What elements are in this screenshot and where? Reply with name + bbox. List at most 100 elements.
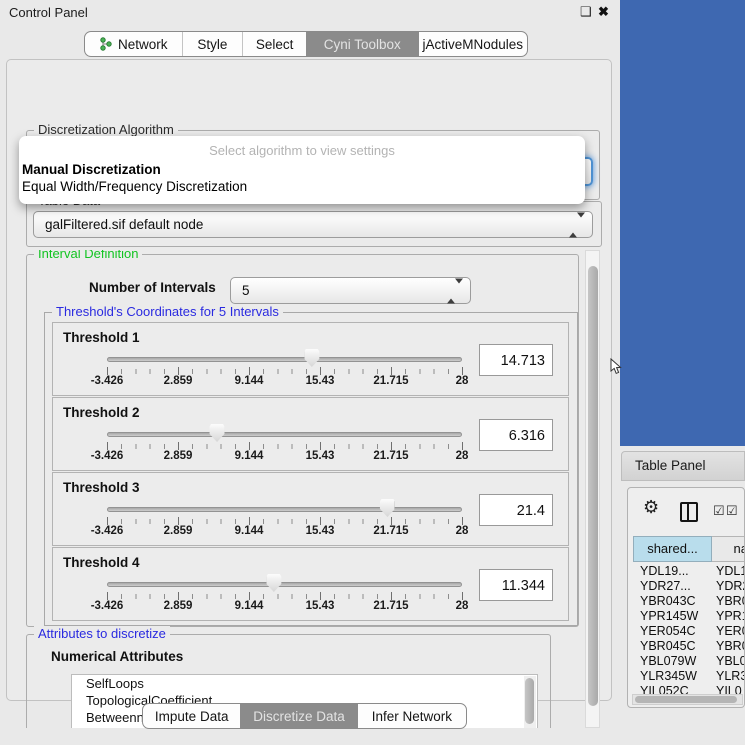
cell: YDR2 xyxy=(716,579,745,593)
cell: YPR145W xyxy=(640,609,698,623)
float-icon[interactable]: ❑ xyxy=(580,4,592,20)
tick-label: 21.715 xyxy=(373,375,408,387)
threshold-1-panel: Threshold 1 -3.426 2.859 9.144 15.43 21.… xyxy=(52,322,569,396)
number-of-intervals-spinner[interactable]: 5 xyxy=(230,277,471,304)
slider-minor-ticks xyxy=(107,444,463,449)
tick-label: -3.426 xyxy=(91,525,124,537)
tab-network-label: Network xyxy=(118,37,168,52)
column-header-name[interactable]: na xyxy=(712,536,745,562)
table-row[interactable]: YDL19... YDL1 xyxy=(633,564,745,579)
checkbox-icon[interactable]: ☑ xyxy=(726,503,738,519)
table-data-combobox[interactable]: galFiltered.sif default node xyxy=(33,211,593,238)
scrollbar-thumb[interactable] xyxy=(525,678,534,724)
numerical-attributes-label: Numerical Attributes xyxy=(51,649,183,664)
close-icon[interactable]: ✖ xyxy=(598,4,609,20)
tick-label: 28 xyxy=(456,450,469,462)
popup-option-manual-discretization[interactable]: Manual Discretization xyxy=(19,161,585,178)
table-row[interactable]: YDR27... YDR2 xyxy=(633,579,745,594)
table-panel-body: ⚙ ☑ ☑ shared... na YDL19... YDL1 YDR27..… xyxy=(627,487,745,708)
tick-label: 21.715 xyxy=(373,525,408,537)
slider-minor-ticks xyxy=(107,519,463,524)
slider-track[interactable] xyxy=(107,507,462,512)
cell: YLR345W xyxy=(640,669,697,683)
cell: YLR3 xyxy=(716,669,745,683)
tick-label: 9.144 xyxy=(235,450,264,462)
slider-minor-ticks xyxy=(107,594,463,599)
threshold-1-value-field[interactable]: 14.713 xyxy=(479,344,553,376)
list-scrollbar[interactable] xyxy=(524,676,536,728)
tick-label: -3.426 xyxy=(91,375,124,387)
tick-label: 15.43 xyxy=(306,450,335,462)
scrollbar-thumb[interactable] xyxy=(588,266,598,706)
interval-definition-group-title: Interval Definition xyxy=(34,250,142,261)
tick-label: 2.859 xyxy=(164,600,193,612)
tab-infer-network[interactable]: Infer Network xyxy=(357,704,466,728)
threshold-3-value-field[interactable]: 21.4 xyxy=(479,494,553,526)
tab-style[interactable]: Style xyxy=(182,32,243,56)
table-row[interactable]: YPR145W YPR1 xyxy=(633,609,745,624)
tab-select[interactable]: Select xyxy=(242,32,306,56)
threshold-4-slider[interactable]: -3.426 2.859 9.144 15.43 21.715 28 xyxy=(107,548,462,622)
settings-scrollbar[interactable] xyxy=(585,250,600,728)
tick-label: 21.715 xyxy=(373,600,408,612)
checkbox-icon[interactable]: ☑ xyxy=(713,503,725,519)
table-row[interactable]: YBL079W YBL0 xyxy=(633,654,745,669)
tab-jactivemnodules[interactable]: jActiveMNodules xyxy=(418,32,528,56)
table-row[interactable]: YBR043C YBR0 xyxy=(633,594,745,609)
interval-definition-group: Interval Definition Number of Intervals … xyxy=(26,254,579,627)
algorithm-popup-hint: Select algorithm to view settings xyxy=(19,136,585,158)
tick-label: 28 xyxy=(456,375,469,387)
table-data-combobox-value: galFiltered.sif default node xyxy=(45,212,203,237)
tab-cyni-toolbox-label: Cyni Toolbox xyxy=(324,37,401,52)
threshold-4-panel: Threshold 4 -3.426 2.859 9.144 15.43 21.… xyxy=(52,547,569,621)
threshold-4-value-field[interactable]: 11.344 xyxy=(479,569,553,601)
cyni-bottom-tabbar: Impute Data Discretize Data Infer Networ… xyxy=(142,703,467,729)
titlebar: Control Panel ❑ ✖ xyxy=(0,0,618,24)
table-row[interactable]: YER054C YER0 xyxy=(633,624,745,639)
gear-icon[interactable]: ⚙ xyxy=(643,497,659,518)
tab-jactivemnodules-label: jActiveMNodules xyxy=(422,37,523,52)
tab-network[interactable]: Network xyxy=(85,32,182,56)
tab-discretize-data-label: Discretize Data xyxy=(253,709,345,724)
slider-handle[interactable] xyxy=(210,424,225,442)
cell: YBR0 xyxy=(716,639,745,653)
tab-infer-network-label: Infer Network xyxy=(372,709,452,724)
slider-handle[interactable] xyxy=(304,349,319,367)
slider-handle[interactable] xyxy=(380,499,395,517)
slider-handle[interactable] xyxy=(266,574,281,592)
tab-impute-data-label: Impute Data xyxy=(155,709,229,724)
tick-label: 2.859 xyxy=(164,525,193,537)
main-tabbar: Network Style Select Cyni Toolbox jActiv… xyxy=(84,31,528,57)
cell: YBR045C xyxy=(640,639,696,653)
control-panel-window: Control Panel ❑ ✖ Network Style Select C… xyxy=(0,0,618,745)
slider-track[interactable] xyxy=(107,357,462,362)
popup-option-equal-width-frequency[interactable]: Equal Width/Frequency Discretization xyxy=(19,178,585,195)
column-header-shared-name[interactable]: shared... xyxy=(633,536,712,562)
cell: YDR27... xyxy=(640,579,691,593)
scrollbar-thumb[interactable] xyxy=(635,696,737,703)
tick-label: 2.859 xyxy=(164,375,193,387)
threshold-1-slider[interactable]: -3.426 2.859 9.144 15.43 21.715 28 xyxy=(107,323,462,397)
threshold-2-slider[interactable]: -3.426 2.859 9.144 15.43 21.715 28 xyxy=(107,398,462,472)
tick-label: -3.426 xyxy=(91,450,124,462)
columns-icon[interactable] xyxy=(680,502,698,522)
table-row[interactable]: YLR345W YLR3 xyxy=(633,669,745,684)
threshold-3-slider[interactable]: -3.426 2.859 9.144 15.43 21.715 28 xyxy=(107,473,462,547)
cell: YER054C xyxy=(640,624,696,638)
list-item-selfloops[interactable]: SelfLoops xyxy=(72,675,537,692)
threshold-2-value-field[interactable]: 6.316 xyxy=(479,419,553,451)
table-panel-titlebar: Table Panel xyxy=(621,451,745,481)
tab-impute-data[interactable]: Impute Data xyxy=(143,704,240,728)
cell: YBL079W xyxy=(640,654,696,668)
slider-track[interactable] xyxy=(107,582,462,587)
tick-label: 28 xyxy=(456,525,469,537)
cell: YDL1 xyxy=(716,564,745,578)
table-horizontal-scrollbar[interactable] xyxy=(632,694,743,705)
table-row[interactable]: YBR045C YBR0 xyxy=(633,639,745,654)
attributes-group-title: Attributes to discretize xyxy=(34,626,170,641)
slider-track[interactable] xyxy=(107,432,462,437)
tick-label: 2.859 xyxy=(164,450,193,462)
tab-cyni-toolbox[interactable]: Cyni Toolbox xyxy=(306,32,418,56)
tab-discretize-data[interactable]: Discretize Data xyxy=(240,704,356,728)
tick-label: 15.43 xyxy=(306,375,335,387)
